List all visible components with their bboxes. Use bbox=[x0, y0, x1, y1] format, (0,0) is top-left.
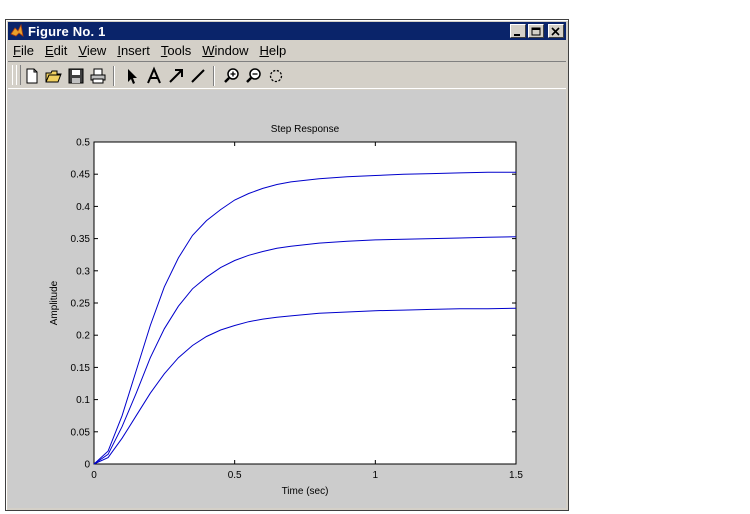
zoom-in-button[interactable] bbox=[222, 66, 242, 86]
x-tick-label: 1.5 bbox=[509, 470, 523, 481]
x-tick-label: 1 bbox=[373, 470, 379, 481]
insert-arrow-button[interactable] bbox=[166, 66, 186, 86]
print-button[interactable] bbox=[88, 66, 108, 86]
y-tick-label: 0 bbox=[84, 460, 90, 471]
y-axis-label: Amplitude bbox=[49, 280, 60, 325]
menu-tools[interactable]: Tools bbox=[156, 43, 196, 58]
zoom-out-button[interactable] bbox=[244, 66, 264, 86]
insert-text-button[interactable] bbox=[144, 66, 164, 86]
y-tick-label: 0.4 bbox=[76, 202, 90, 213]
rotate-3d-icon bbox=[269, 69, 283, 83]
new-file-icon bbox=[26, 68, 38, 84]
menu-bar: File Edit View Insert Tools Window Help bbox=[8, 40, 566, 60]
rotate-3d-button[interactable] bbox=[266, 66, 286, 86]
y-tick-label: 0.15 bbox=[71, 363, 91, 374]
x-tick-label: 0 bbox=[91, 470, 97, 481]
figure-canvas: 0 0.05 0.1 0.15 0.2 0.25 0.3 0.35 0.4 0.45 0.5 0 0.5… bbox=[8, 90, 566, 508]
y-tick-label: 0.5 bbox=[76, 138, 90, 149]
print-icon bbox=[90, 68, 106, 84]
close-icon bbox=[551, 27, 560, 36]
menu-file[interactable]: File bbox=[8, 43, 39, 58]
insert-arrow-icon bbox=[169, 69, 183, 83]
y-tick-label: 0.1 bbox=[76, 395, 90, 406]
menu-insert[interactable]: Insert bbox=[112, 43, 155, 58]
menu-window[interactable]: Window bbox=[197, 43, 253, 58]
y-tick-label: 0.45 bbox=[71, 170, 91, 181]
minimize-icon bbox=[514, 34, 520, 36]
close-button[interactable] bbox=[548, 24, 564, 38]
x-axis-label: Time (sec) bbox=[282, 486, 329, 497]
y-tick-label: 0.35 bbox=[71, 234, 91, 245]
toolbar bbox=[8, 61, 566, 89]
step-response-plot[interactable]: 0 0.05 0.1 0.15 0.2 0.25 0.3 0.35 0.4 0.45 0.5 0 0.5… bbox=[8, 90, 566, 508]
figure-window: Figure No. 1 File Edit View Insert Tools… bbox=[5, 19, 569, 511]
axes-background bbox=[93, 141, 517, 465]
insert-line-icon bbox=[191, 69, 205, 83]
maximize-button[interactable] bbox=[528, 24, 544, 38]
open-file-button[interactable] bbox=[44, 66, 64, 86]
zoom-in-icon bbox=[224, 68, 239, 83]
toolbar-grip[interactable] bbox=[16, 65, 21, 85]
menu-view[interactable]: View bbox=[73, 43, 111, 58]
toolbar-separator bbox=[213, 66, 215, 86]
y-tick-label: 0.25 bbox=[71, 299, 91, 310]
minimize-button[interactable] bbox=[510, 24, 526, 38]
save-button[interactable] bbox=[66, 66, 86, 86]
chart-title: Step Response bbox=[271, 124, 340, 135]
window-title: Figure No. 1 bbox=[28, 23, 106, 39]
open-file-icon bbox=[45, 70, 62, 83]
y-tick-label: 0.05 bbox=[71, 427, 91, 438]
x-tick-label: 0.5 bbox=[228, 470, 242, 481]
title-bar[interactable]: Figure No. 1 bbox=[8, 22, 566, 40]
matlab-logo-icon bbox=[10, 24, 24, 37]
save-icon bbox=[68, 68, 84, 84]
insert-text-icon bbox=[147, 66, 161, 84]
zoom-out-icon bbox=[246, 68, 261, 83]
insert-line-button[interactable] bbox=[188, 66, 208, 86]
menu-help[interactable]: Help bbox=[254, 43, 291, 58]
y-tick-label: 0.2 bbox=[76, 331, 90, 342]
edit-plot-button[interactable] bbox=[122, 66, 142, 86]
maximize-icon bbox=[531, 27, 541, 36]
y-tick-label: 0.3 bbox=[76, 266, 90, 277]
new-figure-button[interactable] bbox=[22, 66, 42, 86]
menu-edit[interactable]: Edit bbox=[40, 43, 72, 58]
select-arrow-icon bbox=[128, 69, 137, 84]
toolbar-separator bbox=[113, 66, 115, 86]
